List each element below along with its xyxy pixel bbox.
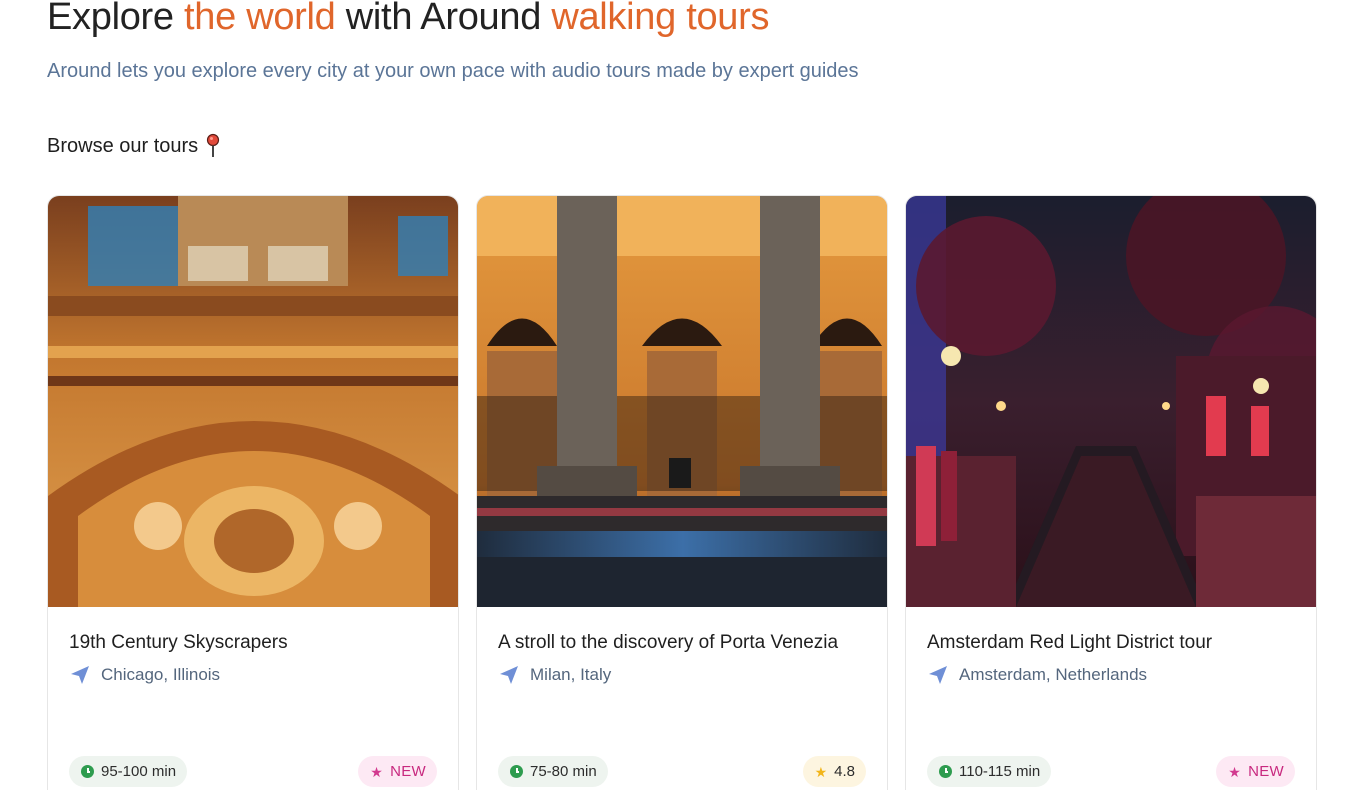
badge-text: NEW (390, 763, 426, 780)
tour-card[interactable]: 19th Century Skyscrapers Chicago, Illino… (47, 195, 459, 790)
star-icon: ★ (1228, 763, 1242, 780)
map-pin-icon (206, 133, 220, 159)
duration-badge: 110-115 min (927, 756, 1052, 787)
tour-location: Chicago, Illinois (69, 665, 437, 685)
tour-list: 19th Century Skyscrapers Chicago, Illino… (47, 195, 1317, 790)
duration-badge: 75-80 min (498, 756, 608, 787)
tour-location-text: Chicago, Illinois (101, 665, 221, 684)
navigation-arrow-icon (498, 665, 520, 685)
duration-badge: 95-100 min (69, 756, 188, 787)
tour-location: Milan, Italy (498, 665, 866, 685)
tour-footer: 75-80 min ★ 4.8 (498, 756, 866, 787)
clock-icon (81, 765, 94, 778)
tour-image (477, 196, 887, 607)
tour-title[interactable]: A stroll to the discovery of Porta Venez… (498, 629, 866, 656)
duration-text: 95-100 min (101, 763, 177, 780)
rating-badge: ★ 4.8 (802, 756, 866, 787)
clock-icon (510, 765, 523, 778)
tour-title[interactable]: 19th Century Skyscrapers (69, 629, 437, 656)
tour-location: Amsterdam, Netherlands (927, 665, 1295, 685)
duration-text: 110-115 min (959, 763, 1041, 780)
tour-card[interactable]: Amsterdam Red Light District tour Amster… (905, 195, 1317, 790)
navigation-arrow-icon (927, 665, 949, 685)
tour-footer: 95-100 min ★ NEW (69, 756, 437, 787)
browse-heading: Browse our tours (47, 133, 220, 159)
new-badge: ★ NEW (1216, 756, 1295, 787)
star-icon: ★ (814, 763, 828, 780)
page-title: Explore the world with Around walking to… (47, 0, 769, 39)
duration-text: 75-80 min (530, 763, 597, 780)
title-text-1: Explore (47, 0, 185, 38)
star-icon: ★ (370, 763, 384, 780)
tour-footer: 110-115 min ★ NEW (927, 756, 1295, 787)
clock-icon (939, 765, 952, 778)
tour-card[interactable]: A stroll to the discovery of Porta Venez… (476, 195, 888, 790)
tour-image (906, 196, 1316, 607)
tour-location-text: Amsterdam, Netherlands (959, 665, 1148, 684)
badge-text: NEW (1248, 763, 1284, 780)
title-text-2: with Around (335, 0, 552, 38)
navigation-arrow-icon (69, 665, 91, 685)
browse-label: Browse our tours (47, 134, 199, 157)
title-accent-1: the world (184, 0, 336, 38)
tour-image (48, 196, 458, 607)
title-accent-2: walking tours (551, 0, 770, 38)
tour-location-text: Milan, Italy (530, 665, 612, 684)
tour-title[interactable]: Amsterdam Red Light District tour (927, 629, 1295, 656)
page-subtitle: Around lets you explore every city at yo… (47, 60, 859, 82)
rating-text: 4.8 (834, 763, 855, 780)
new-badge: ★ NEW (358, 756, 437, 787)
